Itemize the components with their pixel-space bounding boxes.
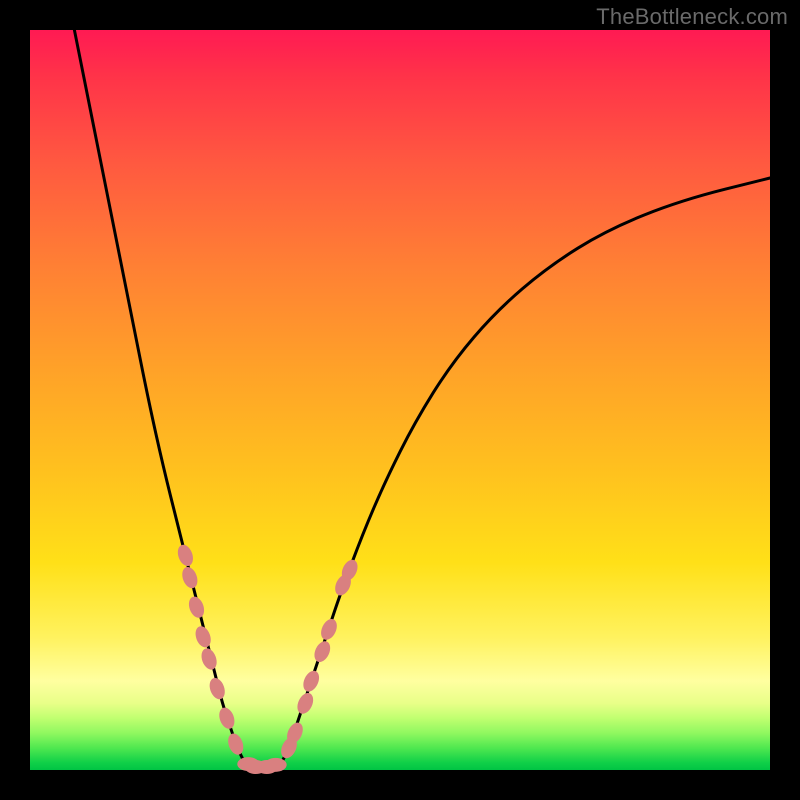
marker-group (175, 543, 361, 774)
chart-svg (30, 30, 770, 770)
watermark-text: TheBottleneck.com (596, 4, 788, 30)
curve-group (74, 30, 770, 768)
data-marker (311, 639, 333, 665)
data-marker (216, 705, 237, 730)
data-marker (300, 668, 322, 694)
data-marker (179, 565, 200, 590)
data-marker (225, 731, 246, 756)
data-marker (318, 616, 340, 642)
bottleneck-curve (74, 30, 770, 768)
data-marker (207, 676, 228, 701)
data-marker (265, 758, 287, 772)
data-marker (199, 646, 220, 671)
data-marker (193, 624, 214, 649)
plot-area (30, 30, 770, 770)
data-marker (294, 690, 316, 716)
data-marker (186, 594, 207, 619)
chart-frame: TheBottleneck.com (0, 0, 800, 800)
data-marker (175, 543, 196, 568)
